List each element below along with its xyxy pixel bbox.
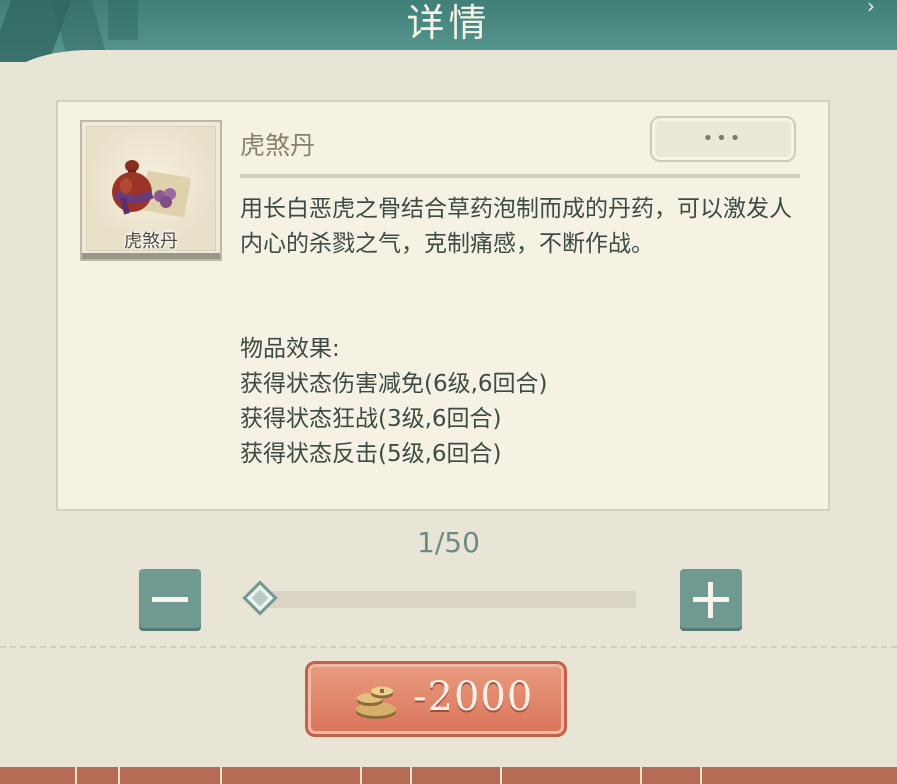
item-rarity-bar bbox=[82, 253, 220, 259]
quantity-slider-handle[interactable] bbox=[242, 580, 278, 616]
effects-title: 物品效果: bbox=[240, 336, 340, 362]
section-divider bbox=[0, 646, 897, 648]
item-name: 虎煞丹 bbox=[240, 131, 316, 160]
item-caption: 虎煞丹 bbox=[124, 231, 178, 252]
minus-icon bbox=[152, 597, 188, 602]
coin-stack-icon bbox=[356, 686, 396, 719]
title-divider bbox=[240, 174, 800, 178]
item-effects: 物品效果: 获得状态伤害减免(6级,6回合) 获得状态狂战(3级,6回合) 获得… bbox=[240, 332, 800, 472]
item-icon-frame: 虎煞丹 bbox=[80, 120, 222, 261]
increase-button[interactable] bbox=[680, 569, 742, 631]
plus-icon-vertical bbox=[708, 582, 713, 618]
quantity-slider-track[interactable] bbox=[262, 591, 636, 608]
gourd-pill-icon bbox=[112, 160, 190, 218]
item-description: 用长白恶虎之骨结合草药泡制而成的丹药，可以激发人内心的杀戮之气，克制痛感，不断作… bbox=[240, 196, 792, 257]
page-title: 详情 bbox=[406, 1, 491, 45]
quantity-display: 1/50 bbox=[417, 526, 480, 559]
effect-line: 获得状态伤害减免(6级,6回合) bbox=[240, 371, 548, 397]
buy-button[interactable]: -2000 bbox=[305, 661, 567, 737]
effect-line: 获得状态狂战(3级,6回合) bbox=[240, 406, 502, 432]
more-button[interactable]: ••• bbox=[650, 116, 796, 162]
decrease-button[interactable] bbox=[139, 569, 201, 631]
effect-line: 获得状态反击(5级,6回合) bbox=[240, 441, 502, 467]
close-icon[interactable]: › bbox=[867, 0, 891, 18]
price-label: -2000 bbox=[413, 674, 534, 720]
bottom-item-row bbox=[0, 767, 897, 784]
